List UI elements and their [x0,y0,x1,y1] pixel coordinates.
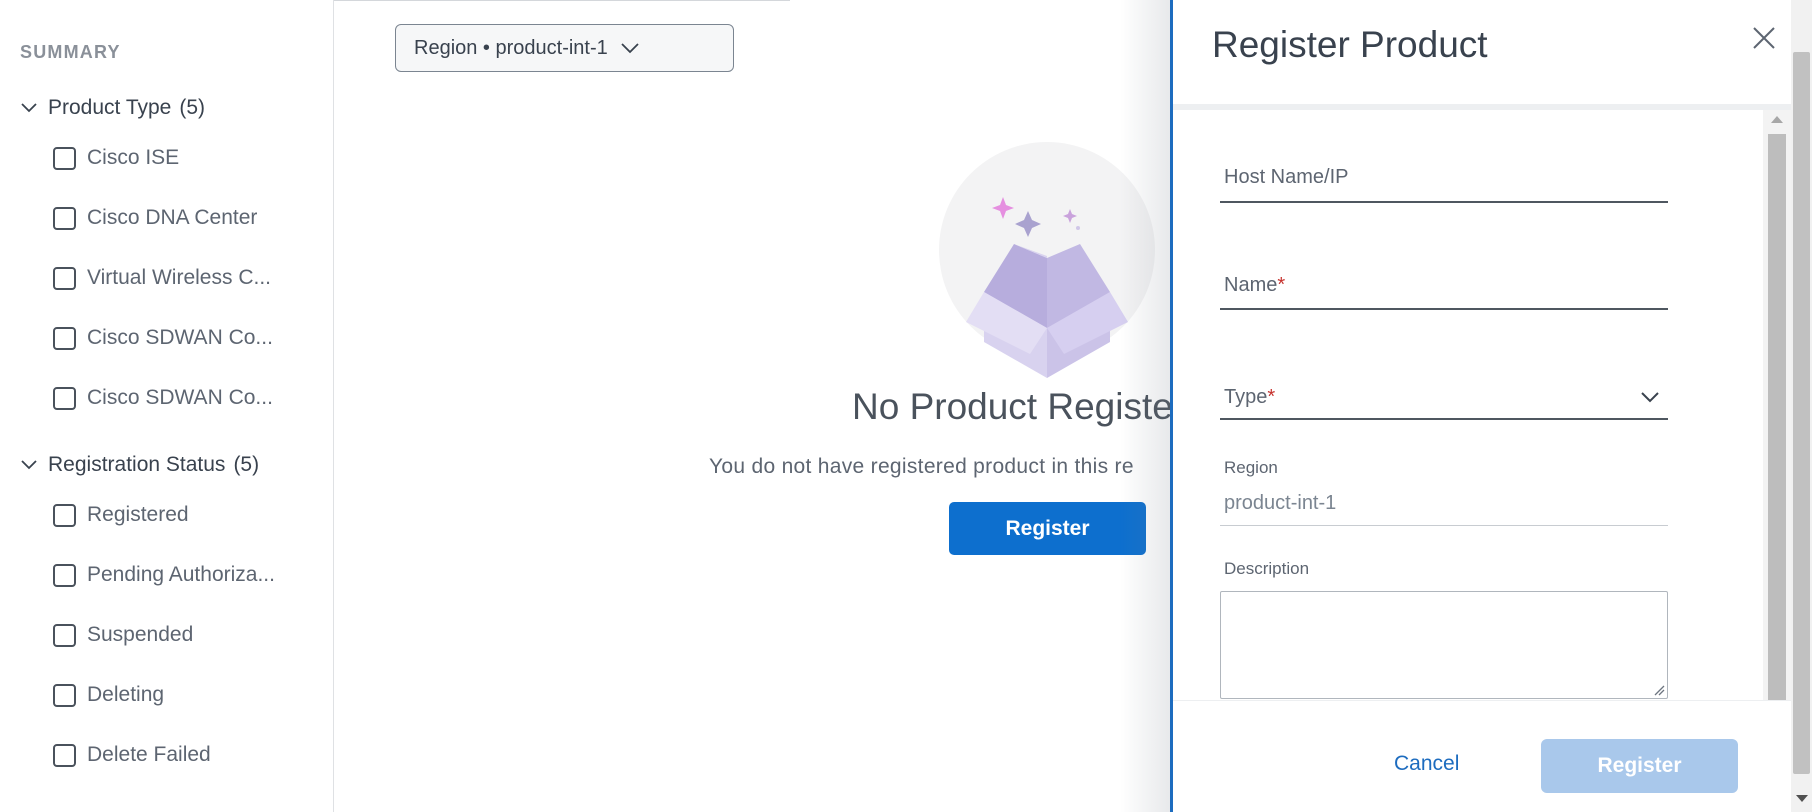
region-selector[interactable]: Region • product-int-1 [395,24,734,72]
page-scroll-thumb[interactable] [1793,52,1810,774]
checkbox[interactable] [53,623,76,647]
checkbox[interactable] [53,206,76,230]
region-readonly-field: product-int-1 [1220,490,1668,526]
checkbox[interactable] [53,683,76,707]
name-field[interactable]: Name* [1220,274,1668,310]
checkbox-label: Cisco DNA Center [87,206,258,229]
drawer-shadow [1120,0,1172,812]
group-count: (5) [179,96,206,119]
name-placeholder-wrap: Name* [1220,274,1668,297]
region-selector-label: Region • product-int-1 [414,36,608,59]
summary-title: SUMMARY [20,42,121,62]
summary-sidebar: SUMMARY Product Type (5) Cisco ISE Cisco… [0,0,334,812]
product-type-group-toggle[interactable]: Product Type (5) [20,96,205,120]
cancel-button[interactable]: Cancel [1394,752,1459,776]
drawer-footer: Cancel Register [1173,700,1791,812]
type-placeholder: Type [1224,385,1268,408]
register-product-drawer: Register Product Host Name/IP Name* Type… [1170,0,1812,812]
checkbox[interactable] [53,503,76,527]
checkbox-label: Registered [87,503,189,526]
required-mark: * [1267,385,1276,408]
resize-handle-icon[interactable] [1653,684,1665,696]
chevron-down-icon [1641,392,1659,403]
chevron-down-icon [621,43,639,54]
checkbox-label: Cisco SDWAN Co... [87,326,273,349]
type-placeholder-wrap: Type* [1220,386,1275,409]
scroll-thumb[interactable] [1768,134,1786,702]
checkbox[interactable] [53,326,76,350]
filter-pending-authorization[interactable]: Pending Authoriza... [53,563,275,587]
filter-cisco-ise[interactable]: Cisco ISE [53,146,179,170]
checkbox-label: Pending Authoriza... [87,563,275,586]
page-scrollbar[interactable] [1791,0,1812,812]
filter-registered[interactable]: Registered [53,503,189,527]
scroll-up-arrow-icon[interactable] [1771,116,1783,123]
scroll-down-arrow-icon[interactable] [1796,795,1808,802]
group-label: Registration Status [48,453,226,476]
form-scrollbar[interactable] [1763,110,1791,702]
type-select[interactable]: Type* [1220,376,1668,420]
description-textarea[interactable] [1220,591,1668,699]
filter-cisco-sdwan-2[interactable]: Cisco SDWAN Co... [53,386,273,410]
chevron-down-icon [21,460,37,470]
host-name-field[interactable]: Host Name/IP [1220,166,1668,203]
register-button[interactable]: Register [949,502,1146,555]
group-label: Product Type [48,96,172,119]
checkbox-label: Deleting [87,683,165,706]
checkbox-label: Cisco SDWAN Co... [87,386,273,409]
register-submit-button[interactable]: Register [1541,739,1738,793]
registration-status-group-toggle[interactable]: Registration Status (5) [20,453,259,477]
required-mark: * [1277,274,1286,296]
filter-virtual-wireless[interactable]: Virtual Wireless C... [53,266,271,290]
drawer-title: Register Product [1212,24,1488,65]
filter-suspended[interactable]: Suspended [53,623,193,647]
checkbox-label: Cisco ISE [87,146,180,169]
region-label: Region [1224,458,1278,477]
host-name-placeholder: Host Name/IP [1224,166,1349,188]
checkbox[interactable] [53,386,76,410]
filter-delete-failed[interactable]: Delete Failed [53,743,211,767]
empty-state-subtitle: You do not have registered product in th… [709,455,1134,478]
filter-deleting[interactable]: Deleting [53,683,164,707]
checkbox-label: Suspended [87,623,194,646]
chevron-down-icon [21,103,37,113]
checkbox[interactable] [53,266,76,290]
checkbox-label: Delete Failed [87,743,211,766]
description-label: Description [1224,559,1310,578]
checkbox[interactable] [53,563,76,587]
filter-cisco-sdwan-1[interactable]: Cisco SDWAN Co... [53,326,273,350]
checkbox[interactable] [53,743,76,767]
checkbox-label: Virtual Wireless C... [87,266,271,289]
group-count: (5) [233,453,260,476]
name-placeholder: Name [1224,274,1278,296]
filter-cisco-dna-center[interactable]: Cisco DNA Center [53,206,257,230]
checkbox[interactable] [53,146,76,170]
close-icon[interactable] [1752,26,1776,50]
